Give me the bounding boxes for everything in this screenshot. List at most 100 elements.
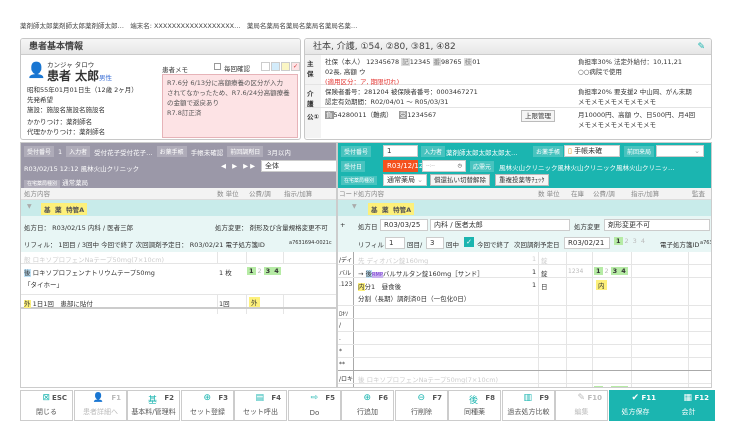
add-plus-icon[interactable]: + [340, 221, 345, 229]
drug-table-row[interactable]: バル → 後RMPバルサルタン錠160mg［サンド］ 1 錠 1234 1 2 3 4 [338, 265, 711, 278]
right-rx-info: + 処方日 R03/03/25 内科 / 医者太郎 処方変更 剤形変更不可 リフ… [338, 216, 711, 252]
previous-rx-panel: 受付番号 1 入力者 受付花子受付花子… お薬手帳 手帳未確認 前回調剤日 3月以内 R… [20, 142, 337, 388]
color-blue[interactable] [271, 62, 280, 71]
row-code: ** [339, 361, 345, 368]
refill-1[interactable]: 1 [614, 237, 623, 245]
recept-label: 受付番号 [341, 146, 372, 157]
current-rx-panel: 受付番号 1 入力者 薬剤師太郎太郎太郎太… お薬手帳 ▯ 手帳未確 前回来局 … [337, 142, 712, 388]
key-label: F3 [218, 394, 228, 402]
collapse-triangle-icon[interactable]: ▼ [352, 203, 357, 210]
refund-toggle-button[interactable]: 償還払い切替解除 [430, 174, 490, 186]
row-content: 先 ディオバン錠160mg [358, 255, 428, 265]
duplicate-check-button[interactable]: 重複投薬等ﾁｪｯｸ [495, 174, 549, 186]
refill-total-select[interactable]: 3 [426, 237, 444, 249]
refill-3[interactable]: 3 [631, 237, 639, 245]
fkey-button-f4[interactable]: ▤ F4 セット呼出 [234, 390, 287, 421]
right-drug-table: /ディ先 ディオバン錠160mg 1 錠バル → 後RMPバルサルタン錠160mg［サ… [338, 252, 711, 388]
color-pink-selected-check-icon[interactable]: ✓ [291, 62, 300, 71]
rx-date-input[interactable]: R03/03/25 [380, 219, 428, 231]
confirm-checkbox[interactable] [214, 63, 221, 70]
col-instr: 指示/加算 [284, 190, 313, 198]
techo-select[interactable]: 手帳未確 [574, 147, 602, 155]
fkey-button-f11[interactable]: ✔ F11 処方保存 [609, 390, 662, 421]
next-date-input[interactable]: R03/02/21 [564, 237, 610, 249]
drug-row[interactable]: 後 ロキソプロフェンナトリウムテープ50mg 「タイホー」 1 枚 1234 [21, 264, 336, 295]
row-code: . [339, 335, 341, 342]
drug-table-row[interactable]: / [338, 319, 711, 332]
refill-4[interactable]: 4 [639, 237, 647, 245]
drug-table-row[interactable]: /ディ先 ディオバン錠160mg 1 錠 [338, 252, 711, 265]
rx-change-select[interactable]: 剤形変更不可 [604, 219, 710, 231]
drug-table-row[interactable]: .123 内分1 昼食後 分割（長期）調剤済0日（一包化0日） 1 日 内 [338, 278, 711, 306]
refill-2[interactable]: 2 [623, 237, 631, 245]
recept-date-input[interactable]: R03/12/12 [383, 160, 423, 172]
time-input[interactable]: --:-- ◷ [422, 160, 466, 172]
kohi-number: 54280011（難病） [333, 111, 393, 119]
color-white[interactable] [261, 62, 270, 71]
fkey-button-f5[interactable]: ⇨ F5 Do [288, 390, 341, 421]
kihon-icon: 基 [147, 396, 157, 406]
limit-management-button[interactable]: 上限管理 [521, 110, 555, 122]
home-value: 通常薬局 [387, 176, 415, 184]
drug-table-row[interactable]: ﾛｷｿ [338, 306, 711, 319]
col-kohi: 公費/調 [593, 190, 615, 198]
end-checkbox-check-icon[interactable]: ✓ [464, 237, 474, 247]
button-label: 基本料/管理料 [131, 408, 176, 416]
techo-label: お薬手帳 [156, 146, 187, 157]
key-label: F9 [539, 394, 549, 402]
drug-table-row[interactable]: * [338, 345, 711, 358]
collapse-triangle-icon[interactable]: ▼ [27, 203, 32, 210]
kohi-2: 2 [257, 267, 262, 275]
kohi-3: 3 [263, 267, 273, 275]
rx-date-label: 処方日 [358, 223, 378, 231]
generic-name-row: 般 ロキソプロフェンNaテープ50mg(7×10cm) [21, 252, 336, 264]
set-call-icon: ▤ [255, 393, 264, 403]
usage-row[interactable]: 外 1日1回 患部に貼付 1回 外 [21, 295, 336, 309]
row-qty: 1 [532, 255, 537, 263]
row-content: → 後ロキソプロフェンナトリウムテープ50m [358, 387, 490, 388]
drug-table-row[interactable]: /ロキ後 ロキソプロフェンNaテープ50mg(7×10cm) [338, 371, 711, 384]
key-label: F10 [587, 394, 602, 402]
dept-doctor-input[interactable]: 内科 / 医者太郎 [430, 219, 570, 231]
history-nav-arrows[interactable]: ◀ ▶ ▶▶ [221, 162, 257, 170]
refill-of: 回中 [446, 241, 459, 249]
fkey-button-f6[interactable]: ⊕ F6 行追加 [341, 390, 394, 421]
drug-table-row[interactable]: ** [338, 358, 711, 371]
filter-select[interactable]: 全体⌄ [261, 160, 336, 172]
fkey-button-f7[interactable]: ⊖ F7 行削除 [395, 390, 448, 421]
fkey-button-esc[interactable]: ⊠ ESC 閉じる [20, 390, 73, 421]
fkey-button-f2[interactable]: 基 F2 基本料/管理料 [127, 390, 180, 421]
refill-count-select[interactable]: 1 [385, 237, 405, 249]
current-rx-header: 受付番号 1 入力者 薬剤師太郎太郎太郎太… お薬手帳 ▯ 手帳未確 前回来局 … [338, 143, 711, 188]
fkey-button-f10[interactable]: ✎ F10 編集 [555, 390, 608, 421]
rx-date: 処方日： R03/02/15 内科 / 医者三郎 [24, 224, 134, 232]
row-qty: 1 [532, 281, 537, 289]
fkey-button-f9[interactable]: ▥ F9 過去処方比較 [502, 390, 555, 421]
home-select[interactable]: 通常薬局 ⌄ [383, 174, 427, 186]
drug-table-row[interactable]: . [338, 332, 711, 345]
row-add-icon: ⊕ [363, 393, 371, 403]
patient-icon: 👤 [92, 393, 104, 403]
fkey-button-f8[interactable]: 後 F8 同種薬 [448, 390, 501, 421]
right-group-row: ▼ 基 薬 特管A [338, 200, 711, 216]
fkey-button-f1[interactable]: 👤 F1 患者詳細へ [74, 390, 127, 421]
fkey-button-f12[interactable]: ▦ F12 会計 [662, 390, 715, 421]
edit-pencil-icon[interactable]: ✎ [697, 39, 705, 55]
row-unit: 錠 [541, 257, 548, 265]
patient-memo[interactable]: R7.6分 6/13分に高額療養の区分が入力 されてなかったため、R7.6/24… [162, 74, 298, 138]
col-rx: 処方内容 [358, 190, 384, 198]
color-yellow[interactable] [281, 62, 290, 71]
kohi-limit: 月10000円、高額 ウ、日500円、月4回 [578, 111, 696, 119]
save-check-icon: ✔ [631, 393, 639, 403]
do-icon: ⇨ [310, 393, 318, 403]
prev-visit-select[interactable]: ⌄ [656, 145, 704, 157]
col-qty: 数 単位 [217, 190, 239, 198]
drug-unit: 枚 [225, 269, 232, 277]
drug-name: ロキソプロフェンナトリウムテープ50mg [32, 269, 155, 277]
prev-visit-label: 前回来局 [624, 146, 655, 157]
button-label: セット登録 [190, 408, 225, 416]
col-code: コード [339, 190, 359, 198]
recept-input[interactable]: 1 [383, 145, 418, 157]
fkey-button-f3[interactable]: ⊕ F3 セット登録 [181, 390, 234, 421]
drug-table-row[interactable]: ロキ → 後ロキソプロフェンナトリウムテープ50m 1 枚 1234 1234 [338, 384, 711, 388]
